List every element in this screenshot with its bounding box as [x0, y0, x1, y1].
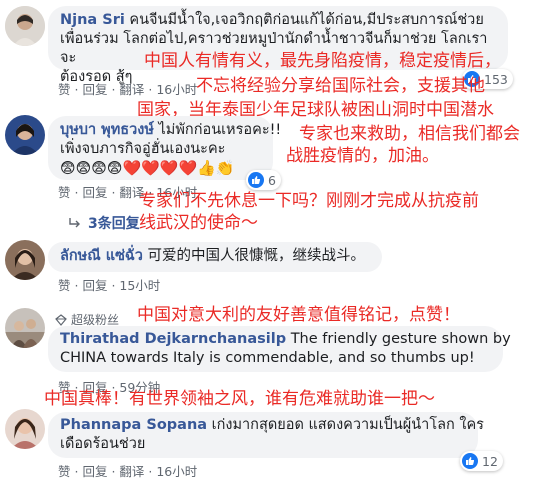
reply-button[interactable]: 回复	[82, 464, 107, 479]
like-button[interactable]: 赞	[58, 464, 71, 479]
overlay-translation: 不忘将经验分享给国际社会，支援其他	[196, 76, 485, 96]
translate-button[interactable]: 翻译	[119, 82, 144, 97]
comment-bubble: Thirathad Dejkarnchanasilp The friendly …	[48, 326, 511, 372]
reply-button[interactable]: 回复	[82, 185, 107, 200]
comment-actions: 赞 · 回复 · 翻译 · 16小时	[58, 82, 198, 97]
comment-text: ไม่พักก่อนเหรอคะ!!	[153, 122, 282, 138]
avatar[interactable]	[5, 409, 45, 449]
overlay-translation: 中国人有情有义，最先身陷疫情，稳定疫情后，	[144, 51, 501, 71]
comment-text: เก่งมากสุดยอด แสดงความเป็นผู้นำโลก ใคร	[207, 417, 484, 433]
replies-count: 3条回复	[88, 216, 140, 232]
overlay-translation: 战胜疫情的，加油。	[286, 146, 439, 166]
comments-page: { "comments": [ { "name": "Njna Sri", "t…	[0, 0, 550, 484]
thumbs-up-icon	[248, 172, 264, 188]
like-button[interactable]: 赞	[58, 278, 71, 293]
overlay-translation: 线武汉的使命～	[139, 213, 258, 233]
commenter-name[interactable]: บุษบา พุทธวงษ์	[60, 122, 154, 138]
avatar[interactable]	[5, 115, 45, 155]
reaction-number: 6	[268, 172, 276, 188]
comment-text: เพิ่งจบภารกิจอู่ฮั่นเองนะคะ	[60, 141, 226, 157]
reaction-count[interactable]: 12	[460, 451, 503, 471]
comment-text: เดือดร้อนช่วย	[60, 436, 146, 452]
avatar-image	[5, 115, 45, 155]
translate-button[interactable]: 翻译	[119, 464, 144, 479]
comment-bubble: ลักษณี แซ่ฉั่ว 可爱的中国人很慷慨，继续战斗。	[48, 242, 382, 272]
reaction-number: 12	[482, 453, 498, 469]
avatar[interactable]	[5, 308, 45, 348]
avatar-image	[5, 6, 45, 46]
commenter-name[interactable]: ลักษณี แซ่ฉั่ว	[60, 248, 143, 264]
avatar[interactable]	[5, 240, 45, 280]
diamond-icon	[55, 313, 67, 326]
comment-text: 可爱的中国人很慷慨，继续战斗。	[142, 248, 366, 264]
comment-bubble: Phannapa Sopana เก่งมากสุดยอด แสดงความเป…	[48, 412, 484, 458]
timestamp[interactable]: 16小时	[156, 464, 197, 479]
like-button[interactable]: 赞	[58, 185, 71, 200]
comment-actions: 赞 · 回复 · 15小时	[58, 278, 161, 293]
reply-button[interactable]: 回复	[82, 82, 107, 97]
reaction-count[interactable]: 6	[246, 170, 281, 190]
comment-text: CHINA towards Italy is commendable, and …	[60, 350, 475, 366]
view-replies-link[interactable]: 3条回复	[68, 213, 140, 233]
thumbs-up-icon	[462, 453, 478, 469]
overlay-translation: 中国真棒！有世界领袖之风，谁有危难就助谁一把～	[44, 389, 435, 409]
comment-actions: 赞 · 回复 · 翻译 · 16小时	[58, 464, 198, 479]
emoji-line: 😨😨😨😨❤️❤️❤️❤️👍👏	[60, 159, 235, 177]
commenter-name[interactable]: Phannapa Sopana	[60, 417, 207, 433]
comment-bubble: บุษบา พุทธวงษ์ ไม่พักก่อนเหรอคะ!! เพิ่งจ…	[48, 116, 281, 180]
like-button[interactable]: 赞	[58, 82, 71, 97]
commenter-name[interactable]: Thirathad Dejkarnchanasilp	[60, 331, 286, 347]
timestamp[interactable]: 16小时	[156, 82, 197, 97]
overlay-translation: 中国对意大利的友好善意值得铭记，点赞！	[137, 305, 460, 325]
avatar-image	[5, 308, 45, 348]
reaction-number: 153	[484, 71, 508, 87]
avatar-image	[5, 409, 45, 449]
commenter-name[interactable]: Njna Sri	[60, 12, 125, 28]
comment-text: คนจีนมีน้ำใจ,เจอวิกฤติก่อนแก้ได้ก่อน,มีป…	[124, 12, 484, 28]
overlay-translation: 专家也来救助，相信我们都会	[299, 124, 520, 144]
overlay-translation: 专家们不先休息一下吗？刚刚才完成从抗疫前	[139, 191, 479, 211]
reply-arrow-icon	[69, 218, 80, 228]
timestamp[interactable]: 15小时	[119, 278, 160, 293]
reply-button[interactable]: 回复	[82, 278, 107, 293]
comment-text: The friendly gesture shown by	[290, 331, 511, 347]
avatar[interactable]	[5, 6, 45, 46]
avatar-image	[5, 240, 45, 280]
